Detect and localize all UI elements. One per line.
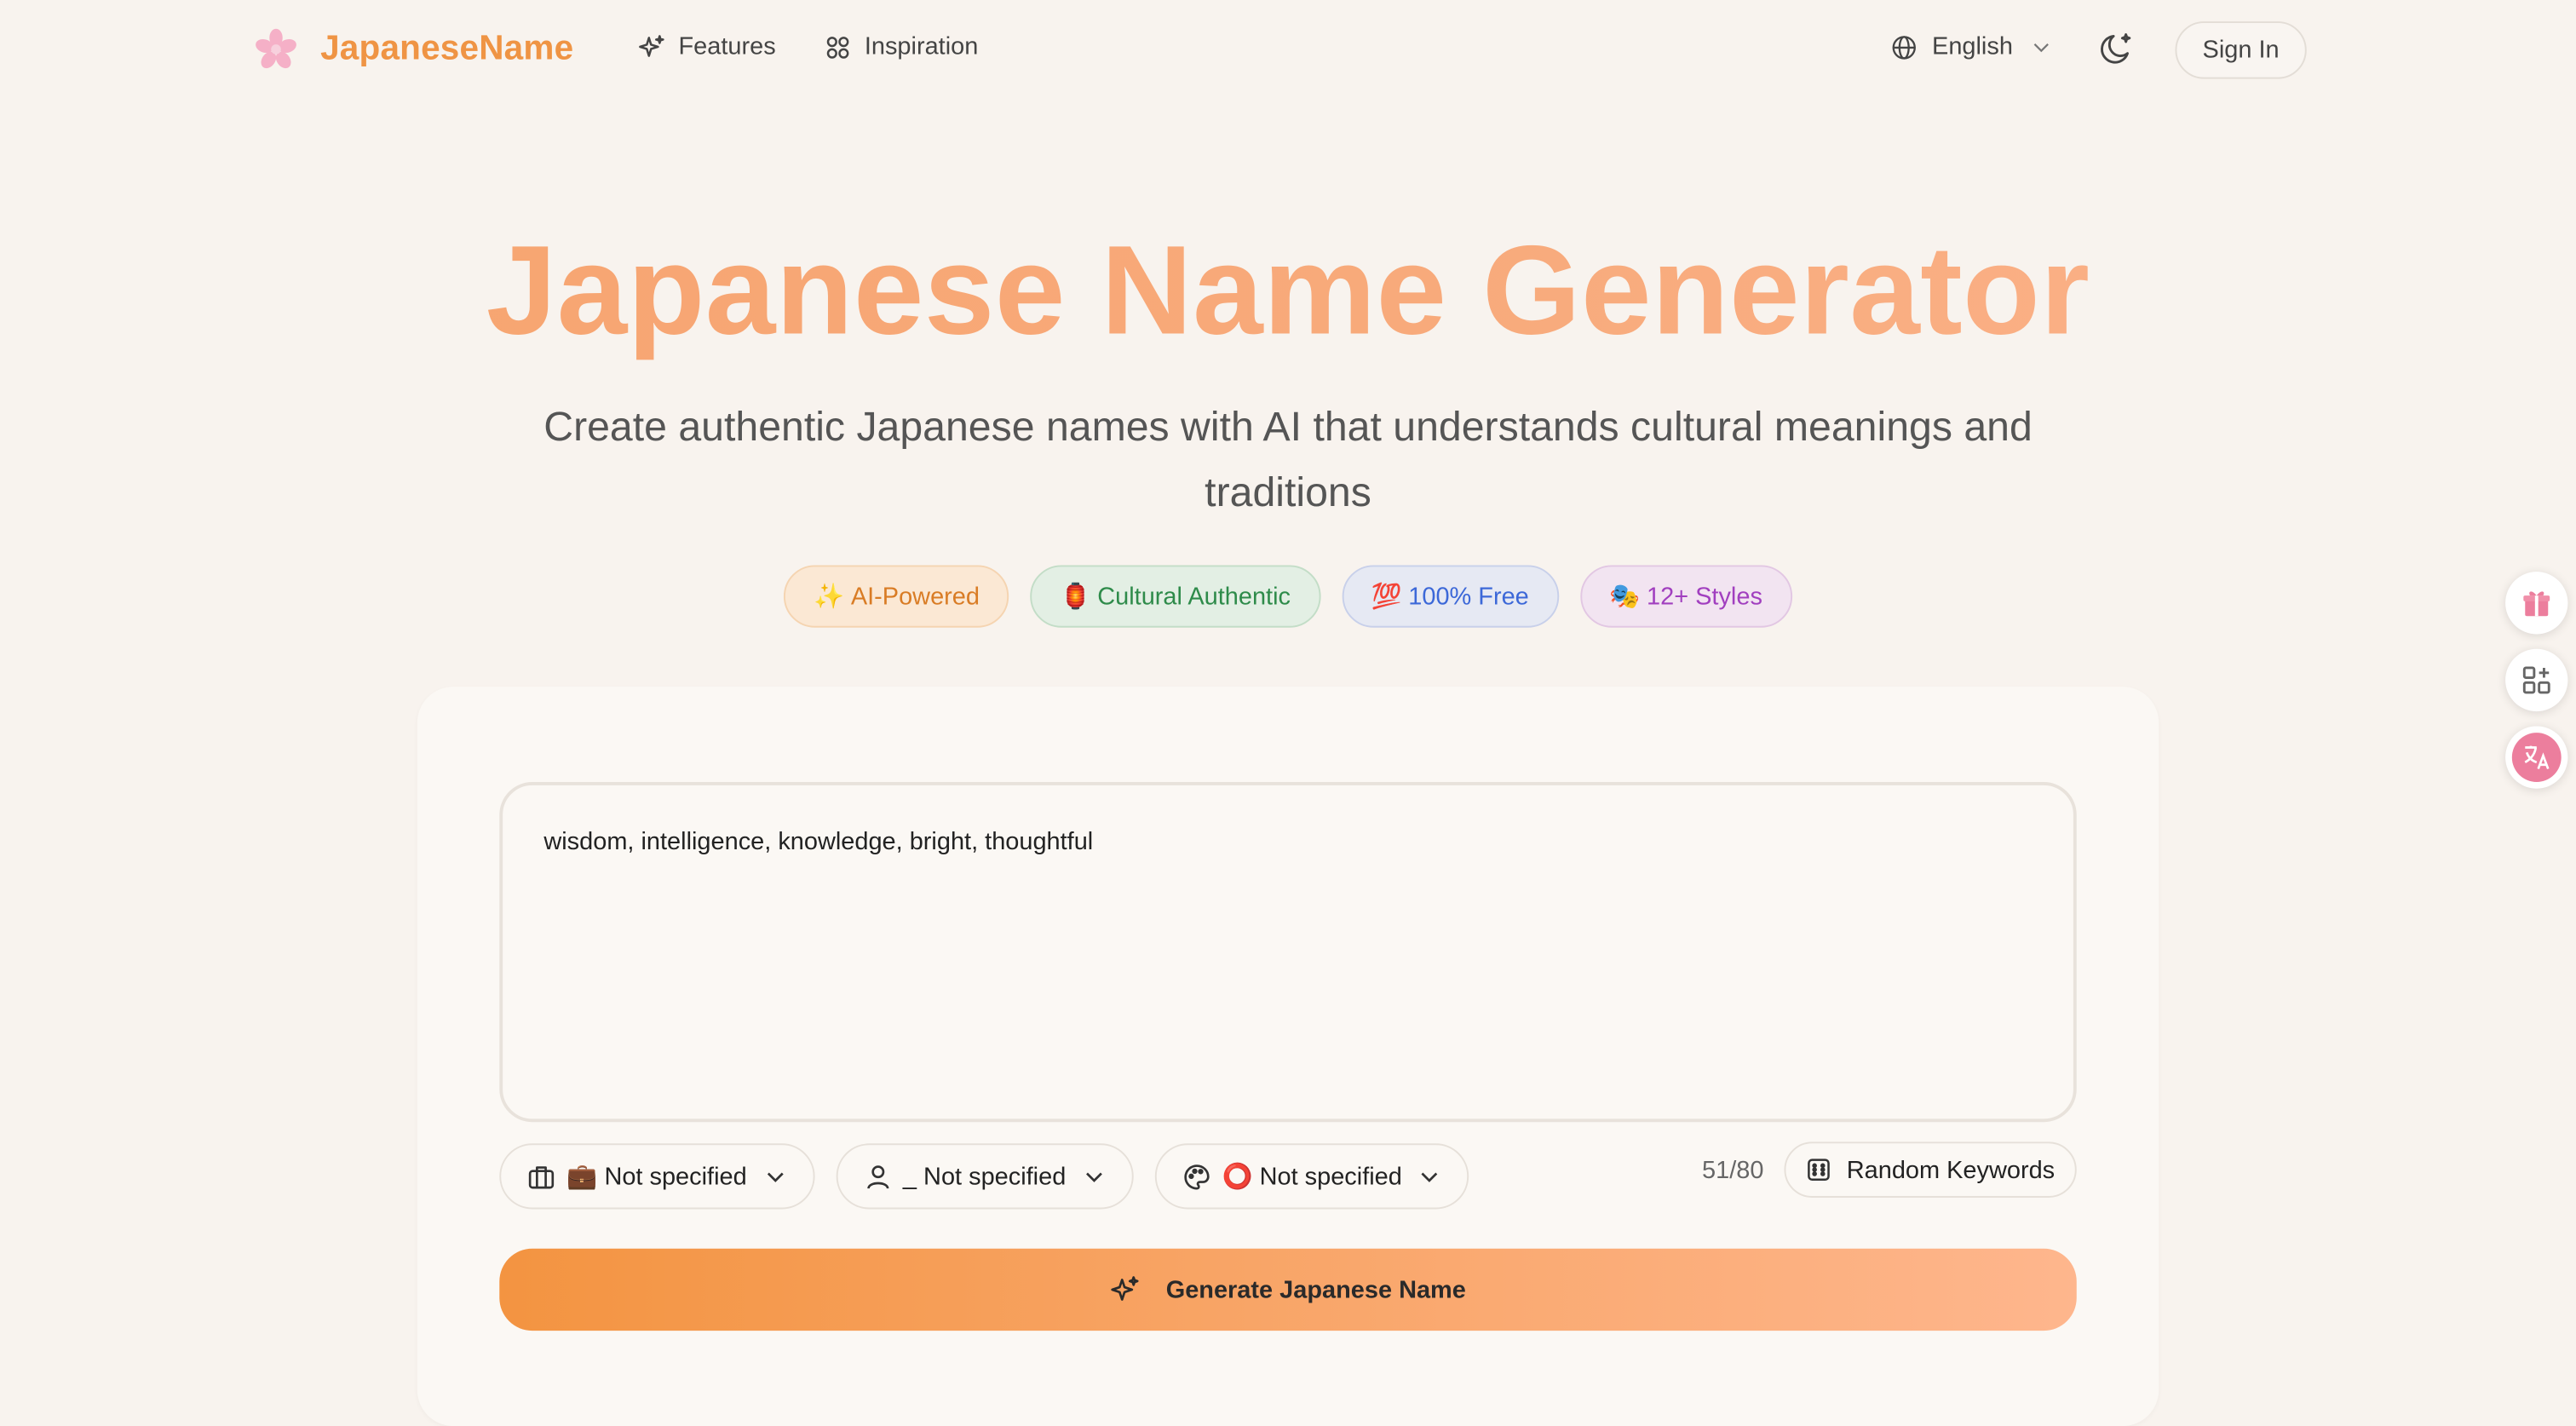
language-selector[interactable]: English — [1891, 32, 2052, 61]
chevron-down-icon — [2034, 43, 2050, 53]
apps-add-icon — [2522, 666, 2550, 694]
keywords-textarea[interactable]: wisdom, intelligence, knowledge, bright,… — [499, 782, 2077, 1123]
feature-badges: ✨ AI-Powered 🏮 Cultural Authentic 💯 100%… — [0, 565, 2576, 628]
occupation-select[interactable]: 💼 Not specified — [499, 1143, 814, 1210]
gift-button[interactable] — [2505, 572, 2568, 635]
brand-logo[interactable]: JapaneseName — [255, 28, 573, 71]
main-nav: Features Inspiration — [639, 32, 979, 61]
sparkles-icon — [1110, 1276, 1138, 1301]
style-select[interactable]: ⭕ Not specified — [1154, 1143, 1469, 1210]
hundred-emoji-icon: 💯 — [1371, 583, 1402, 612]
floating-actions — [2505, 565, 2576, 795]
page-title: Japanese Name Generator — [0, 217, 2576, 365]
gift-icon — [2523, 591, 2550, 617]
chevron-down-icon — [1085, 1172, 1102, 1182]
badge-label: 100% Free — [1408, 582, 1529, 611]
moon-icon[interactable] — [2098, 30, 2137, 69]
gender-select[interactable]: _ Not specified — [835, 1143, 1134, 1210]
sakura-logo-icon — [256, 28, 296, 69]
nav-features[interactable]: Features — [639, 32, 776, 61]
generator-card: wisdom, intelligence, knowledge, bright,… — [417, 687, 2159, 1426]
badge-styles: 🎭 12+ Styles — [1579, 565, 1792, 628]
dice-icon — [1808, 1159, 1830, 1181]
user-icon — [866, 1164, 888, 1188]
sign-in-button[interactable]: Sign In — [2175, 21, 2307, 79]
apps-button[interactable] — [2505, 648, 2568, 712]
style-select-value: ⭕ Not specified — [1222, 1163, 1402, 1192]
nav-inspiration[interactable]: Inspiration — [825, 32, 979, 61]
badge-label: AI-Powered — [850, 582, 980, 611]
badge-label: 12+ Styles — [1647, 582, 1762, 611]
badge-label: Cultural Authentic — [1097, 582, 1291, 611]
random-keywords-button[interactable]: Random Keywords — [1784, 1141, 2077, 1198]
generate-button[interactable]: Generate Japanese Name — [499, 1248, 2077, 1331]
masks-emoji-icon: 🎭 — [1609, 583, 1641, 612]
translate-button[interactable] — [2505, 726, 2568, 789]
random-keywords-label: Random Keywords — [1846, 1155, 2056, 1184]
nav-features-label: Features — [678, 32, 776, 61]
lantern-emoji-icon: 🏮 — [1060, 583, 1091, 612]
occupation-select-value: 💼 Not specified — [566, 1163, 747, 1192]
brand-name: JapaneseName — [320, 29, 574, 68]
sparkles-icon — [639, 34, 664, 56]
generate-button-label: Generate Japanese Name — [1165, 1275, 1466, 1304]
character-count: 51/80 — [1702, 1156, 1764, 1185]
options-row: 💼 Not specified _ Not specified ⭕ Not sp… — [499, 1143, 1469, 1210]
gender-select-value: _ Not specified — [902, 1162, 1067, 1191]
language-label: English — [1932, 32, 2013, 61]
badge-cultural-authentic: 🏮 Cultural Authentic — [1030, 565, 1320, 628]
grid-icon — [827, 36, 849, 58]
badge-free: 💯 100% Free — [1341, 565, 1559, 628]
globe-icon — [1892, 35, 1916, 59]
briefcase-icon — [528, 1165, 555, 1188]
palette-icon — [1183, 1164, 1210, 1189]
badge-ai-powered: ✨ AI-Powered — [784, 565, 1009, 628]
top-nav: JapaneseName Features Inspiration Englis… — [0, 0, 2576, 102]
translate-icon — [2511, 733, 2562, 783]
nav-inspiration-label: Inspiration — [864, 32, 979, 61]
sparkle-emoji-icon: ✨ — [814, 583, 845, 612]
page-subtitle: Create authentic Japanese names with AI … — [543, 404, 2033, 516]
chevron-down-icon — [767, 1172, 783, 1182]
page: JapaneseName Features Inspiration Englis… — [0, 0, 2576, 1426]
chevron-down-icon — [1422, 1172, 1439, 1182]
